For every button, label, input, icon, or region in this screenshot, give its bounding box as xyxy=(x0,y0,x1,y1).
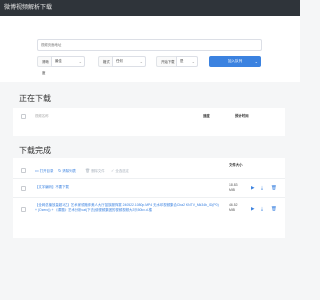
chevron-down-icon: ⌄ xyxy=(191,59,195,64)
chevron-down-icon: ⌄ xyxy=(254,59,258,64)
resolution-label: 清晰度 xyxy=(37,56,51,75)
select-selected-button[interactable]: ✓全选选定 xyxy=(111,168,129,174)
folder-icon: ▭ xyxy=(35,168,39,173)
row-divider xyxy=(13,178,285,179)
format-value: 任何 xyxy=(116,59,123,63)
delete-file-button[interactable]: 🗑删除文件 xyxy=(85,168,105,174)
download-icon[interactable]: ⤓ xyxy=(261,206,263,212)
window-title: 微博视频解析下载 xyxy=(4,5,53,11)
check-icon: ✓ xyxy=(111,168,115,173)
title-bar: 微博视频解析下载 xyxy=(0,0,300,16)
clear-list-label: 清除列表 xyxy=(62,169,76,173)
play-icon[interactable]: ▶ xyxy=(251,185,255,191)
file-size: 18.83 MiB xyxy=(229,183,238,193)
clear-list-button[interactable]: ↻清除列表 xyxy=(58,168,76,174)
refresh-icon: ↻ xyxy=(58,168,62,173)
start-download-value: 是 xyxy=(180,59,184,63)
downloading-title: 正在下载 xyxy=(19,94,51,103)
file-name-link[interactable]: 【文字编码】不要下载 xyxy=(35,185,215,190)
start-download-select[interactable]: 是 ⌄ xyxy=(176,56,198,67)
add-to-queue-button[interactable]: 加入队列 ⌄ xyxy=(209,56,261,67)
resolution-select[interactable]: 最佳 ⌄ xyxy=(51,56,85,67)
open-directory-label: 打开目录 xyxy=(39,169,54,173)
chevron-down-icon: ⌄ xyxy=(78,59,82,64)
completed-table: ▭打开目录 ↻清除列表 🗑删除文件 ✓全选选定 文件大小 【文字编码】不要下载 … xyxy=(13,158,285,238)
select-all-checkbox[interactable] xyxy=(21,168,26,173)
column-speed: 速度 xyxy=(203,114,210,118)
open-directory-button[interactable]: ▭打开目录 xyxy=(35,168,53,174)
add-to-queue-label: 加入队列 xyxy=(227,59,243,63)
column-eta: 预计时间 xyxy=(235,114,249,118)
row-checkbox[interactable] xyxy=(21,186,26,191)
start-download-label: 开始下载 xyxy=(156,56,176,67)
column-video-name: 视频名称 xyxy=(35,114,49,118)
downloading-table: 视频名称 速度 预计时间 xyxy=(13,108,285,136)
row-checkbox[interactable] xyxy=(21,207,26,212)
delete-icon[interactable]: 🗑 xyxy=(271,185,277,191)
trash-icon: 🗑 xyxy=(85,168,91,173)
row-divider xyxy=(13,197,285,198)
format-label: 格式 xyxy=(98,56,112,67)
resolution-value: 最佳 xyxy=(55,59,62,63)
completed-title: 下载完成 xyxy=(19,146,51,155)
download-icon[interactable]: ⤓ xyxy=(261,185,263,191)
delete-file-label: 删除文件 xyxy=(91,169,105,173)
select-selected-label: 全选选定 xyxy=(115,169,129,173)
file-name-link[interactable]: 【全网总播放量超1亿】艺术家领跑伴美人大厅苗族服饰赛 240522.1080p.… xyxy=(35,203,221,213)
file-size: 46.52 MiB xyxy=(229,203,238,213)
play-icon[interactable]: ▶ xyxy=(251,206,255,212)
video-url-input[interactable] xyxy=(37,39,262,51)
format-select[interactable]: 任何 ⌄ xyxy=(112,56,146,67)
chevron-down-icon: ⌄ xyxy=(139,59,143,64)
column-file-size: 文件大小 xyxy=(229,163,243,167)
select-all-checkbox[interactable] xyxy=(21,114,26,119)
delete-icon[interactable]: 🗑 xyxy=(271,206,277,212)
